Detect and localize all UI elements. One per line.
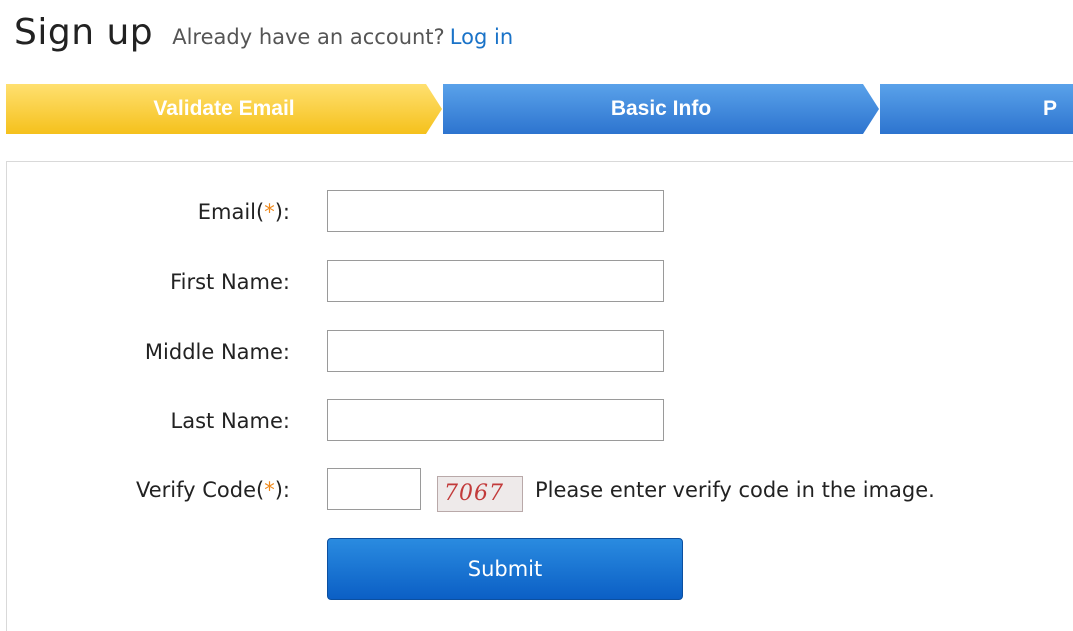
middle-name-label: Middle Name: [144,340,290,364]
login-link[interactable]: Log in [450,25,513,49]
middle-name-row: Middle Name: [7,330,1067,374]
signup-form: Email(*): First Name: Middle Name: Last … [6,161,1073,631]
middle-name-input[interactable] [327,330,664,372]
step-basic-info[interactable]: Basic Info [443,84,879,134]
step-validate-email[interactable]: Validate Email [6,84,442,134]
email-row: Email(*): [7,190,1067,234]
page-title: Sign up [14,12,154,53]
captcha-code: 7067 [444,481,504,506]
verify-code-row: Verify Code(*): 7067 Please enter verify… [7,468,1067,512]
last-name-row: Last Name: [7,399,1067,443]
step-next[interactable]: P [880,84,1073,134]
signup-progress-steps: Validate Email Basic Info P [6,84,1073,134]
required-marker: * [264,478,275,502]
first-name-row: First Name: [7,260,1067,304]
email-label: Email(*): [197,200,290,224]
step-label: P [1043,97,1058,120]
captcha-hint: Please enter verify code in the image. [535,478,935,502]
account-prompt: Already have an account? [172,25,445,49]
submit-button[interactable]: Submit [327,538,683,600]
email-input[interactable] [327,190,664,232]
last-name-label: Last Name: [170,409,290,433]
required-marker: * [264,200,275,224]
first-name-label: First Name: [170,270,290,294]
captcha-image[interactable]: 7067 [437,476,523,512]
step-label: Basic Info [610,97,712,120]
last-name-input[interactable] [327,399,664,441]
verify-code-label: Verify Code(*): [136,478,290,502]
first-name-input[interactable] [327,260,664,302]
signup-header: Sign up Already have an account? Log in [14,12,513,58]
step-label: Validate Email [153,97,295,120]
verify-code-input[interactable] [327,468,421,510]
